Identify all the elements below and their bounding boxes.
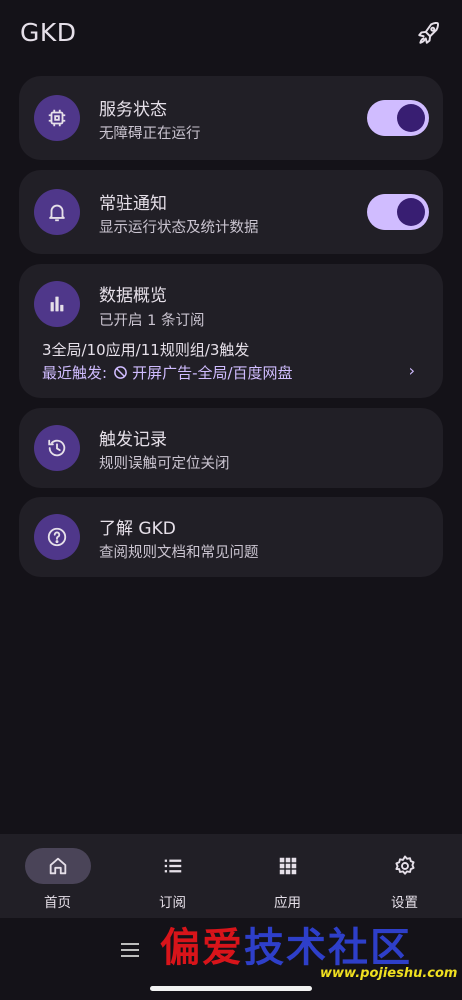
about-subtitle: 查阅规则文档和常见问题 <box>99 545 259 561</box>
watermark-url: www.pojieshu.com <box>320 966 458 981</box>
history-icon <box>34 425 80 471</box>
trigger-log-subtitle: 规则误触可定位关闭 <box>99 456 230 472</box>
about-card[interactable]: 了解 GKD 查阅规则文档和常见问题 <box>19 497 443 577</box>
nav-apps[interactable]: 应用 <box>230 834 345 918</box>
chevron-right-icon[interactable]: › <box>409 361 415 380</box>
switch-knob <box>397 104 425 132</box>
notification-subtitle: 显示运行状态及统计数据 <box>99 220 259 236</box>
home-icon <box>24 848 91 884</box>
overview-subtitle: 已开启 1 条订阅 <box>99 313 205 329</box>
service-status-subtitle: 无障碍正在运行 <box>99 126 201 142</box>
about-title: 了解 GKD <box>99 519 176 539</box>
grid-icon <box>255 848 321 884</box>
bottom-navigation: 首页 订阅 应用 设置 <box>0 834 462 918</box>
nav-subscriptions-label: 订阅 <box>159 895 186 911</box>
trigger-log-card[interactable]: 触发记录 规则误触可定位关闭 <box>19 408 443 488</box>
recent-trigger-value: 开屏广告-全局/百度网盘 <box>132 364 293 382</box>
app-title: GKD <box>20 18 77 47</box>
trigger-log-title: 触发记录 <box>99 430 167 450</box>
service-status-card[interactable]: 服务状态 无障碍正在运行 <box>19 76 443 160</box>
help-circle-icon <box>34 514 80 560</box>
overview-title: 数据概览 <box>99 286 167 306</box>
watermark-text: 偏爱技术社区 <box>160 924 412 971</box>
nav-settings-label: 设置 <box>391 895 418 911</box>
notification-title: 常驻通知 <box>99 194 167 214</box>
switch-knob <box>397 198 425 226</box>
menu-icon[interactable] <box>121 942 139 958</box>
nav-settings[interactable]: 设置 <box>347 834 462 918</box>
nav-apps-label: 应用 <box>274 895 301 911</box>
list-icon <box>140 848 206 884</box>
data-overview-card[interactable]: 数据概览 已开启 1 条订阅 3全局/10应用/11规则组/3触发 最近触发: … <box>19 264 443 398</box>
chip-icon <box>34 95 80 141</box>
notification-card[interactable]: 常驻通知 显示运行状态及统计数据 <box>19 170 443 254</box>
top-app-bar: GKD <box>0 0 462 68</box>
home-gesture-handle[interactable] <box>150 986 312 991</box>
service-toggle[interactable] <box>367 100 429 136</box>
service-status-title: 服务状态 <box>99 100 167 120</box>
recent-trigger[interactable]: 最近触发: 开屏广告-全局/百度网盘 <box>42 362 293 383</box>
nav-home-label: 首页 <box>44 895 71 911</box>
notification-toggle[interactable] <box>367 194 429 230</box>
nav-home[interactable]: 首页 <box>0 834 115 918</box>
ban-icon <box>113 365 128 380</box>
nav-subscriptions[interactable]: 订阅 <box>115 834 230 918</box>
overview-stats: 3全局/10应用/11规则组/3触发 <box>42 341 250 359</box>
bell-icon <box>34 189 80 235</box>
gear-icon <box>372 848 438 884</box>
recent-trigger-label: 最近触发: <box>42 364 108 382</box>
rocket-icon[interactable] <box>416 20 442 46</box>
bar-chart-icon <box>34 281 80 327</box>
